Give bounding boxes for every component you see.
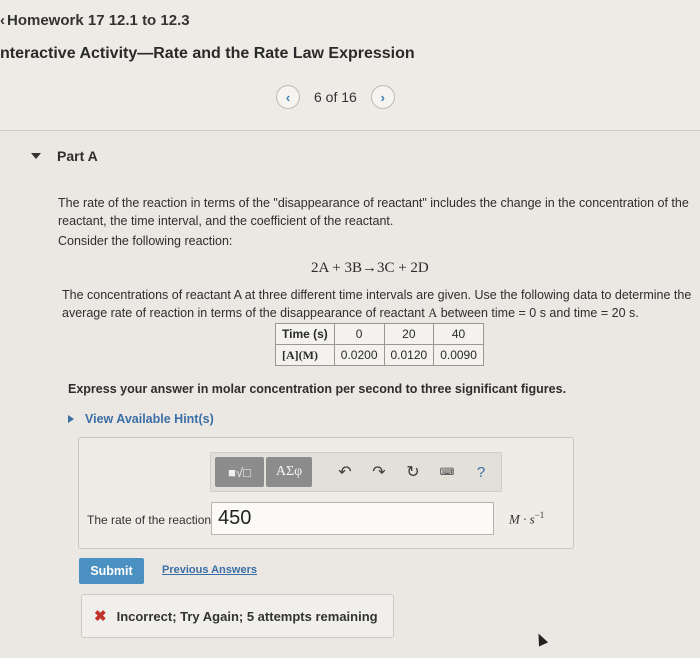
- collapse-caret-icon[interactable]: [31, 153, 41, 159]
- table-header-cell: 20: [383, 323, 435, 345]
- prev-item-button[interactable]: ‹: [276, 85, 300, 109]
- chevron-right-icon: ›: [380, 89, 385, 105]
- greek-symbols-label: AΣφ: [275, 464, 303, 479]
- table-row-label: [A](M): [275, 344, 335, 366]
- help-icon[interactable]: ?: [464, 464, 498, 481]
- table-cell: 0.0090: [433, 344, 484, 366]
- redo-icon[interactable]: ↷: [362, 462, 396, 482]
- keyboard-icon[interactable]: ⌨: [430, 467, 464, 478]
- expand-triangle-icon[interactable]: [68, 415, 74, 423]
- units-text: M · s: [509, 511, 535, 527]
- undo-icon[interactable]: ↶: [328, 462, 362, 482]
- chevron-left-icon: ‹: [285, 89, 291, 105]
- table-cell: 0.0200: [333, 344, 385, 366]
- rate-label: The rate of the reaction =: [87, 513, 222, 527]
- concentration-table: Time (s) 0 20 40 [A](M) 0.0200 0.0120 0.…: [275, 323, 484, 366]
- table-row: [A](M) 0.0200 0.0120 0.0090: [275, 344, 484, 366]
- pager: ‹ 6 of 16 ›: [276, 85, 395, 109]
- pager-label: 6 of 16: [314, 89, 357, 105]
- part-label[interactable]: Part A: [57, 148, 98, 164]
- rate-answer-input[interactable]: [211, 502, 494, 535]
- feedback-box: ✖ Incorrect; Try Again; 5 attempts remai…: [81, 594, 394, 638]
- table-cell: 0.0120: [383, 344, 435, 366]
- greek-symbols-button[interactable]: AΣφ: [266, 457, 312, 487]
- view-hints-link[interactable]: View Available Hint(s): [85, 412, 214, 426]
- math-toolbar: ■√□ AΣφ ↶ ↷ ↻ ⌨ ?: [210, 452, 502, 492]
- breadcrumb-label: Homework 17 12.1 to 12.3: [7, 12, 190, 29]
- answer-instruction: Express your answer in molar concentrati…: [68, 382, 567, 396]
- table-header-cell: 40: [433, 323, 484, 345]
- table-header-cell: 0: [333, 323, 385, 345]
- page-title: nteractive Activity—Rate and the Rate La…: [0, 45, 415, 62]
- math-template-button[interactable]: ■√□: [215, 457, 264, 487]
- chevron-left-icon: ‹: [0, 12, 5, 29]
- units-label: M · s−1: [509, 510, 544, 527]
- units-exponent: −1: [534, 510, 545, 520]
- reaction-equation: 2A + 3B→3C + 2D: [311, 260, 429, 276]
- math-template-icon: ■√□: [228, 464, 251, 480]
- intro-text: The rate of the reaction in terms of the…: [58, 196, 689, 228]
- error-x-icon: ✖: [94, 608, 107, 625]
- reset-icon[interactable]: ↻: [396, 462, 430, 482]
- breadcrumb[interactable]: ‹ Homework 17 12.1 to 12.3: [0, 12, 190, 29]
- reactant-symbol: A: [428, 306, 438, 320]
- feedback-text: Incorrect; Try Again; 5 attempts remaini…: [116, 608, 378, 624]
- data-intro-text: The concentrations of reactant A at thre…: [62, 286, 694, 322]
- table-header-cell: Time (s): [275, 323, 335, 345]
- previous-answers-link[interactable]: Previous Answers: [162, 564, 257, 576]
- data-intro-part-2: between time = 0 s and time = 20 s.: [437, 306, 639, 320]
- submit-button[interactable]: Submit: [79, 558, 144, 584]
- consider-text: Consider the following reaction:: [58, 234, 233, 248]
- next-item-button[interactable]: ›: [370, 85, 395, 109]
- table-row: Time (s) 0 20 40: [275, 323, 484, 345]
